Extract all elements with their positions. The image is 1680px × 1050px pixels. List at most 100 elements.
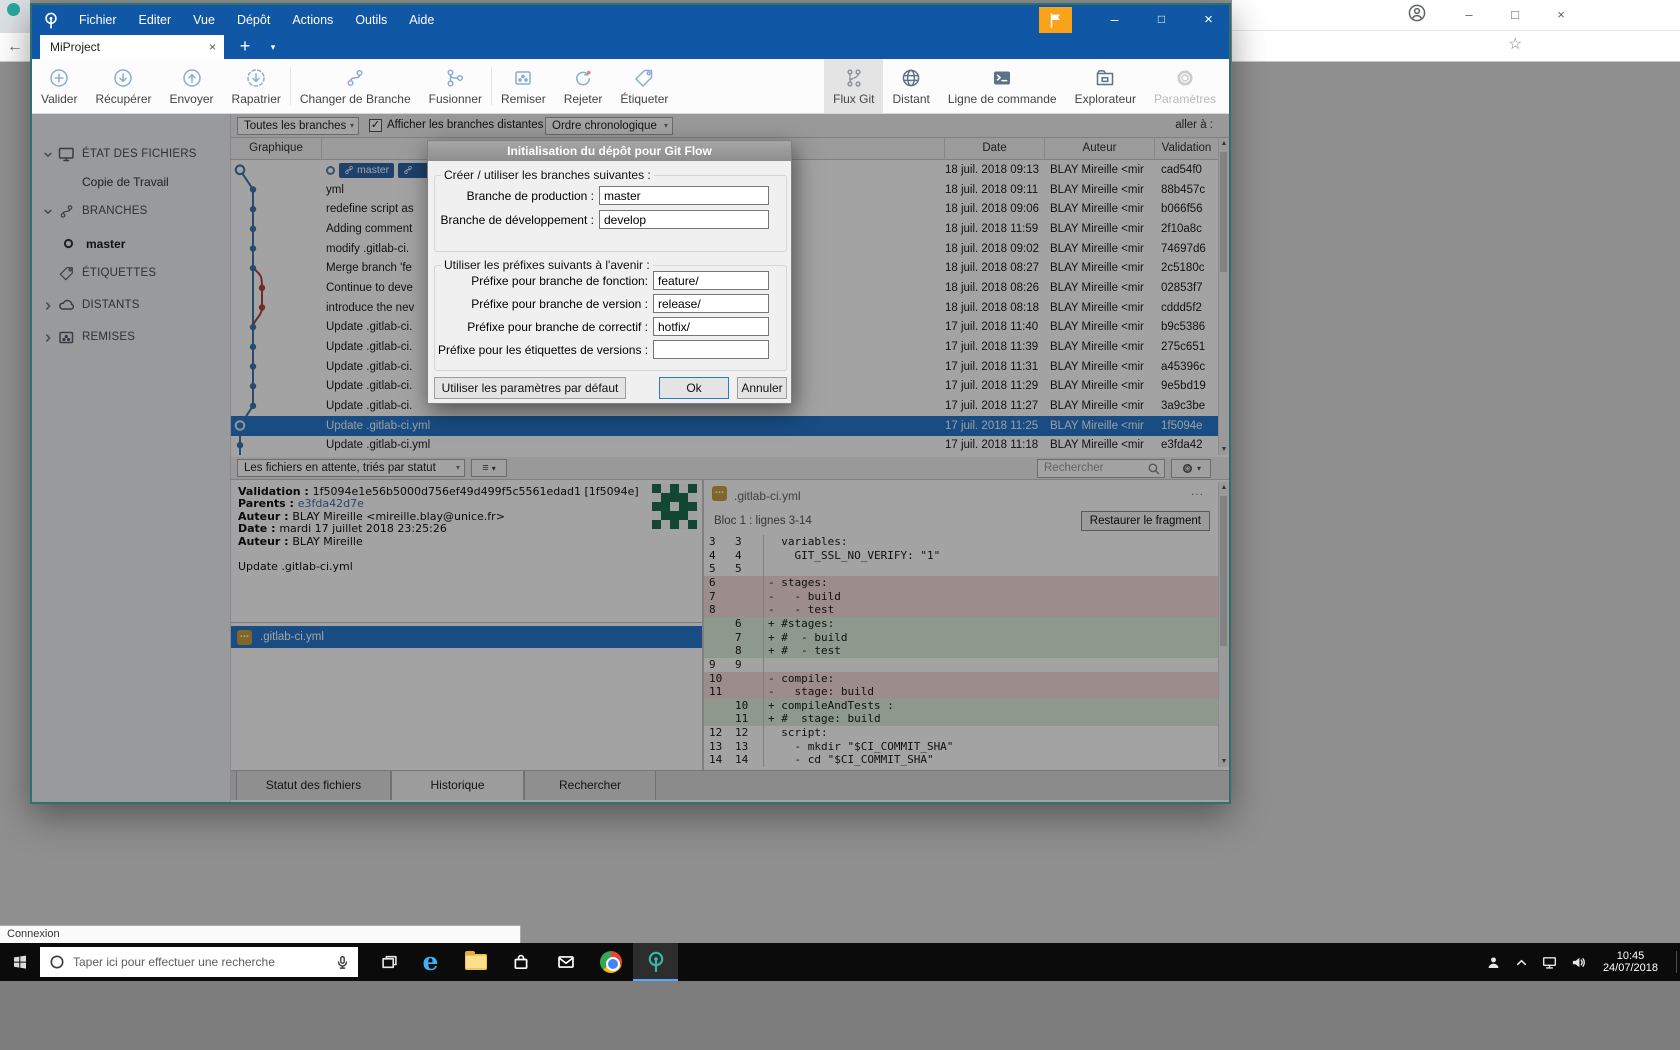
- tab-statut-des-fichiers[interactable]: Statut des fichiers: [236, 771, 391, 800]
- toolbar-button-changer-de-branche[interactable]: Changer de Branche: [291, 59, 420, 113]
- branche-de-developpement-field[interactable]: [599, 210, 769, 229]
- commit-list-scrollbar[interactable]: ▲▼: [1218, 138, 1229, 455]
- sidebar-item-remises[interactable]: REMISES: [32, 328, 231, 348]
- prefixe-pour-branche-de-correctif-field[interactable]: [653, 317, 769, 336]
- menu-item-aide[interactable]: Aide: [398, 5, 445, 35]
- scroll-up-icon[interactable]: ▲: [1219, 484, 1229, 491]
- diff-menu-button[interactable]: ...: [1191, 484, 1204, 498]
- pending-files-select[interactable]: Les fichiers en attente, triés par statu…: [237, 459, 465, 477]
- column-header-author[interactable]: Auteur: [1045, 138, 1155, 159]
- prefixe-pour-branche-de-fonction-field[interactable]: [653, 271, 769, 290]
- toolbar-button-explorateur[interactable]: Explorateur: [1066, 59, 1145, 113]
- window-maximize-button[interactable]: □: [1138, 5, 1185, 35]
- diff-scrollbar[interactable]: ▲▼: [1218, 482, 1229, 767]
- tray-expand-icon[interactable]: [1515, 956, 1528, 969]
- menu-item-editer[interactable]: Editer: [128, 5, 183, 35]
- branche-de-production-field[interactable]: [599, 186, 769, 205]
- favorites-star-icon[interactable]: ☆: [1508, 34, 1522, 54]
- file-list-item[interactable]: ....gitlab-ci.yml: [231, 626, 702, 648]
- start-button[interactable]: [0, 943, 40, 981]
- scroll-up-icon[interactable]: ▲: [1219, 140, 1229, 147]
- menu-item-fichier[interactable]: Fichier: [68, 5, 128, 35]
- chevron-right-icon[interactable]: [43, 333, 53, 343]
- network-icon[interactable]: [1542, 955, 1557, 970]
- tab-rechercher[interactable]: Rechercher: [524, 771, 656, 800]
- table-row[interactable]: Update .gitlab-ci.yml17 juil. 2018 11:25…: [231, 416, 1218, 436]
- view-options-button[interactable]: ≡ ▾: [471, 459, 507, 477]
- toolbar-button-rejeter[interactable]: Rejeter: [555, 59, 612, 113]
- ok-button[interactable]: Ok: [659, 377, 729, 399]
- chrome-taskbar-button[interactable]: [588, 943, 633, 981]
- volume-icon[interactable]: [1571, 955, 1586, 970]
- chevron-down-icon[interactable]: [43, 150, 53, 160]
- sidebar-item-etat-des-fichiers[interactable]: ÉTAT DES FICHIERS: [32, 145, 231, 165]
- notification-flag-button[interactable]: [1039, 7, 1072, 33]
- menu-item-vue[interactable]: Vue: [182, 5, 226, 35]
- window-close-button[interactable]: ×: [1185, 5, 1232, 35]
- chevron-right-icon[interactable]: [43, 301, 53, 311]
- sourcetree-taskbar-button[interactable]: [633, 943, 678, 981]
- toolbar-button-rapatrier[interactable]: Rapatrier: [223, 59, 290, 113]
- edge-taskbar-button[interactable]: e: [408, 943, 453, 981]
- toolbar-button-parametres[interactable]: Paramètres: [1145, 59, 1225, 113]
- toolbar-button-envoyer[interactable]: Envoyer: [161, 59, 223, 113]
- chevron-down-icon[interactable]: [43, 207, 53, 217]
- diff-line: 1414 - cd "$CI_COMMIT_SHA": [704, 753, 1218, 767]
- scroll-down-icon[interactable]: ▼: [1219, 758, 1229, 765]
- tab-historique[interactable]: Historique: [391, 771, 524, 800]
- sidebar-item-distants[interactable]: DISTANTS: [32, 296, 231, 316]
- column-header-date[interactable]: Date: [945, 138, 1045, 159]
- cancel-button[interactable]: Annuler: [737, 377, 787, 399]
- menu-item-outils[interactable]: Outils: [344, 5, 398, 35]
- browser-back-button[interactable]: ←: [0, 33, 30, 62]
- column-header-commit[interactable]: Validation: [1155, 138, 1218, 159]
- sidebar-item-branches[interactable]: BRANCHES: [32, 202, 231, 222]
- toolbar-button-valider[interactable]: Valider: [32, 59, 86, 113]
- toolbar-button-recuperer[interactable]: Récupérer: [86, 59, 160, 113]
- explorer-folder-taskbar-button[interactable]: [453, 943, 498, 981]
- mail-taskbar-button[interactable]: [543, 943, 588, 981]
- new-tab-button[interactable]: +: [232, 35, 258, 59]
- toolbar-button-remiser[interactable]: Remiser: [492, 59, 555, 113]
- browser-account-icon[interactable]: [1408, 4, 1438, 26]
- toolbar-button-etiqueter[interactable]: Étiqueter: [611, 59, 677, 113]
- browser-maximize-button[interactable]: □: [1500, 4, 1530, 26]
- tab-dropdown-icon[interactable]: ▾: [264, 35, 282, 59]
- scroll-down-icon[interactable]: ▼: [1219, 446, 1229, 453]
- column-header-graph[interactable]: Graphique: [231, 138, 322, 159]
- sidebar-item-copie-de-travail[interactable]: Copie de Travail: [32, 172, 231, 192]
- toolbar-button-ligne-de-commande[interactable]: Ligne de commande: [939, 59, 1066, 113]
- prefixe-pour-les-etiquettes-de-versions-field[interactable]: [653, 340, 769, 359]
- people-icon[interactable]: [1486, 955, 1501, 970]
- tab-close-icon[interactable]: ×: [209, 35, 216, 59]
- use-defaults-button[interactable]: Utiliser les paramètres par défaut: [434, 377, 626, 399]
- repo-tab[interactable]: MiProject×: [40, 35, 224, 59]
- diff-settings-button[interactable]: ▾: [1171, 459, 1211, 478]
- window-minimize-button[interactable]: –: [1091, 5, 1138, 35]
- browser-tab-stub: [0, 0, 30, 33]
- store-taskbar-button[interactable]: [498, 943, 543, 981]
- menu-item-depot[interactable]: Dépôt: [226, 5, 281, 35]
- sidebar-item-etiquettes[interactable]: ÉTIQUETTES: [32, 264, 231, 284]
- table-row[interactable]: Update .gitlab-ci.yml17 juil. 2018 11:18…: [231, 435, 1218, 455]
- show-desktop-button[interactable]: [1676, 951, 1677, 973]
- toolbar-button-flux-git[interactable]: Flux Git: [824, 59, 883, 113]
- order-select[interactable]: Ordre chronologique▾: [545, 117, 673, 135]
- show-remote-checkbox[interactable]: ✓: [369, 119, 382, 132]
- taskbar-search[interactable]: Taper ici pour effectuer une recherche: [40, 947, 358, 977]
- task-view-button[interactable]: [370, 943, 408, 981]
- browser-minimize-button[interactable]: –: [1454, 4, 1484, 26]
- scrollbar-thumb[interactable]: [1220, 496, 1227, 646]
- toolbar-button-distant[interactable]: Distant: [883, 59, 938, 113]
- restore-hunk-button[interactable]: Restaurer le fragment: [1081, 511, 1210, 531]
- toolbar-button-fusionner[interactable]: Fusionner: [420, 59, 491, 113]
- sidebar-item-master[interactable]: master: [32, 234, 231, 254]
- branches-filter-select[interactable]: Toutes les branches▾: [237, 117, 359, 135]
- mic-icon[interactable]: [335, 955, 350, 970]
- prefixe-pour-branche-de-version-field[interactable]: [653, 294, 769, 313]
- scrollbar-thumb[interactable]: [1220, 152, 1227, 272]
- menu-item-actions[interactable]: Actions: [281, 5, 344, 35]
- search-input[interactable]: Rechercher: [1037, 459, 1165, 478]
- browser-close-button[interactable]: ×: [1546, 4, 1576, 26]
- clock[interactable]: 10:4524/07/2018: [1603, 950, 1658, 975]
